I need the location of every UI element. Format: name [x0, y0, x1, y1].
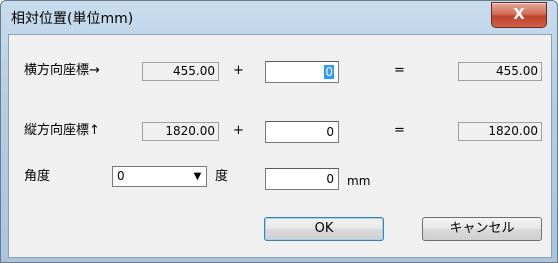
- x-plus-sign: +: [233, 63, 244, 78]
- x-offset-input[interactable]: 0: [265, 61, 339, 83]
- x-result-value: 455.00: [458, 62, 542, 81]
- x-offset-value: 0: [324, 65, 334, 79]
- x-coordinate-label: 横方向座標→: [24, 63, 100, 78]
- ok-button[interactable]: OK: [264, 217, 384, 241]
- angle-selected-value: 0: [117, 169, 125, 183]
- dialog-title: 相対位置(単位mm): [11, 11, 134, 27]
- close-button[interactable]: X: [491, 2, 547, 28]
- x-current-value: 455.00: [142, 62, 219, 81]
- chevron-down-icon[interactable]: ▼: [189, 167, 206, 186]
- angle-unit-label: 度: [215, 169, 229, 184]
- angle-value-unit: mm: [347, 174, 371, 188]
- y-plus-sign: +: [233, 123, 244, 138]
- y-equals-sign: =: [394, 123, 405, 138]
- y-coordinate-label: 縦方向座標↑: [24, 123, 100, 138]
- angle-label: 角度: [24, 169, 51, 184]
- dialog-window: 相対位置(単位mm) X 横方向座標→ 455.00 + 0 = 455.00 …: [0, 0, 558, 263]
- angle-select[interactable]: 0 ▼: [112, 166, 207, 187]
- dialog-client-area: 横方向座標→ 455.00 + 0 = 455.00 縦方向座標↑ 1820.0…: [8, 34, 552, 258]
- y-result-value: 1820.00: [458, 122, 542, 141]
- y-offset-input[interactable]: 0: [265, 121, 339, 143]
- x-equals-sign: =: [394, 63, 405, 78]
- cancel-button[interactable]: キャンセル: [422, 217, 542, 241]
- angle-value-input[interactable]: 0: [265, 168, 339, 190]
- y-current-value: 1820.00: [142, 122, 219, 141]
- close-icon: X: [513, 5, 525, 23]
